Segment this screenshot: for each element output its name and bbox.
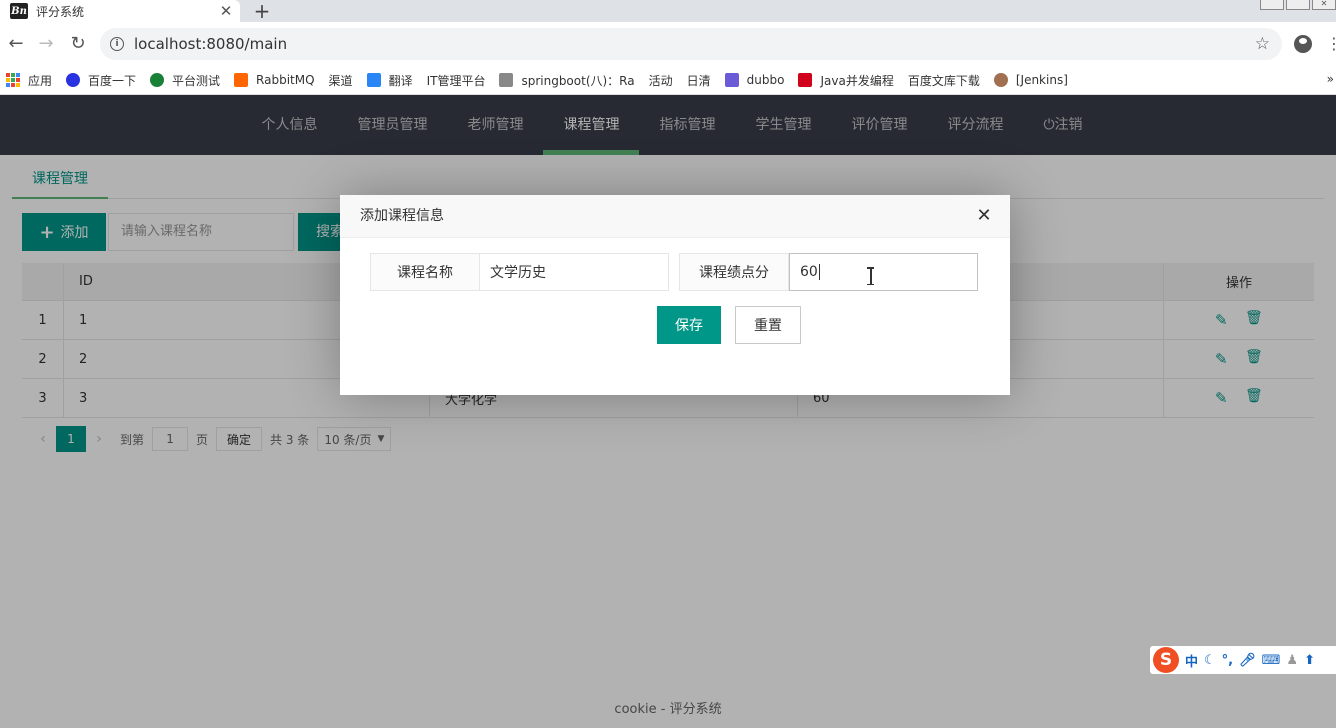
bookmark-item[interactable]: RabbitMQ (234, 73, 315, 87)
dialog-actions: 保存 重置 (657, 306, 801, 344)
back-arrow-icon[interactable]: ← (0, 33, 32, 54)
bookmark-label: 百度文库下载 (907, 73, 980, 88)
new-tab-icon[interactable]: + (252, 0, 272, 23)
bookmark-label: IT管理平台 (426, 73, 486, 88)
dialog-header: 添加课程信息 ✕ (340, 195, 1010, 238)
course-name-input[interactable]: 文学历史 (480, 253, 669, 291)
jenkins-icon (993, 73, 1008, 87)
user-icon[interactable]: ♟ (1286, 653, 1298, 668)
bookmark-label: 平台测试 (172, 73, 221, 88)
bookmark-item[interactable]: springboot(八)：Ra (499, 72, 635, 89)
bookmark-label: 日清 (686, 73, 711, 88)
bookmark-label: RabbitMQ (256, 73, 315, 87)
sogou-logo-icon[interactable]: S (1153, 647, 1179, 673)
keyboard-icon[interactable]: ⌨ (1262, 653, 1281, 668)
bookmark-item[interactable]: Java并发编程 (798, 72, 894, 89)
dubbo-icon (724, 73, 739, 87)
bookmark-item[interactable]: 应用 (6, 72, 52, 89)
browser-menu-icon[interactable]: ⋮ (1326, 34, 1336, 53)
ime-mode-label[interactable]: 中 (1185, 651, 1198, 670)
bookmark-label: Java并发编程 (820, 73, 894, 88)
course-score-value: 60 (800, 264, 818, 280)
minimize-window-button[interactable] (1260, 0, 1284, 10)
bookmark-item[interactable]: 翻译 (366, 72, 413, 89)
course-name-label: 课程名称 (370, 253, 480, 291)
bookmark-item[interactable]: IT管理平台 (427, 72, 486, 89)
add-course-dialog: 添加课程信息 ✕ 课程名称 文学历史 课程绩点分 60 保存 重置 (340, 195, 1010, 395)
tab-title: 评分系统 (36, 4, 85, 19)
text-caret (818, 264, 820, 280)
reset-button[interactable]: 重置 (735, 306, 801, 344)
bookmark-label: dubbo (746, 73, 785, 87)
url-text[interactable]: localhost:8080/main (134, 35, 1255, 53)
bookmarks-bar: 应用 百度一下 平台测试 RabbitMQ 渠道 翻译 IT管理平台 springboot(八… (0, 66, 1336, 95)
springboot-icon (499, 73, 514, 87)
microphone-icon[interactable]: 🎤︎ (1239, 653, 1256, 668)
bookmark-star-icon[interactable]: ☆ (1255, 34, 1270, 54)
bookmark-item[interactable]: 渠道 (329, 72, 353, 89)
translate-icon (366, 73, 381, 87)
more-bookmarks-icon[interactable]: » (1327, 72, 1334, 86)
tab-close-icon[interactable]: ✕ (216, 2, 236, 20)
site-favicon-icon: Bn (10, 3, 28, 19)
bookmark-item[interactable]: 百度一下 (66, 72, 136, 89)
java-icon (798, 73, 813, 87)
save-button[interactable]: 保存 (657, 306, 721, 344)
bookmark-item[interactable]: [Jenkins] (993, 73, 1068, 87)
dialog-title: 添加课程信息 (360, 208, 444, 224)
bookmark-item[interactable]: 日清 (687, 72, 711, 89)
bookmark-label: 应用 (28, 73, 53, 88)
browser-toolbar: ← → ↻ i localhost:8080/main ☆ ⋮ (0, 22, 1336, 66)
course-name-value: 文学历史 (490, 265, 546, 281)
forward-arrow-icon[interactable]: → (30, 33, 62, 54)
bookmark-label: 百度一下 (88, 73, 137, 88)
bookmark-label: 活动 (648, 73, 673, 88)
moon-icon[interactable]: ☾ (1204, 653, 1216, 668)
bookmark-label: 翻译 (388, 73, 413, 88)
apps-icon (6, 73, 20, 87)
punctuation-icon[interactable]: °, (1222, 653, 1233, 668)
course-score-label: 课程绩点分 (679, 253, 789, 291)
profile-avatar-icon[interactable] (1294, 35, 1312, 53)
bookmark-item[interactable]: 平台测试 (150, 72, 220, 89)
bookmark-item[interactable]: 活动 (649, 72, 673, 89)
bookmark-item[interactable]: 百度文库下载 (908, 72, 980, 89)
site-info-icon[interactable]: i (110, 37, 124, 51)
bookmark-item[interactable]: dubbo (724, 73, 785, 87)
platform-icon (150, 73, 165, 87)
baidu-icon (66, 73, 81, 87)
course-form: 课程名称 文学历史 课程绩点分 60 (370, 253, 988, 291)
course-score-input[interactable]: 60 (789, 253, 978, 291)
bookmark-label: springboot(八)：Ra (521, 73, 635, 88)
window-controls: ✕ (1258, 0, 1336, 10)
close-window-button[interactable]: ✕ (1312, 0, 1336, 10)
address-bar[interactable]: i localhost:8080/main ☆ (100, 28, 1282, 60)
ime-toolbar: S 中 ☾ °, 🎤︎ ⌨ ♟ ⬆ (1150, 646, 1336, 674)
skin-icon[interactable]: ⬆ (1304, 653, 1315, 668)
maximize-window-button[interactable] (1286, 0, 1310, 10)
bookmark-label: 渠道 (328, 73, 353, 88)
dialog-close-icon[interactable]: ✕ (974, 195, 994, 237)
browser-tab[interactable]: Bn 评分系统 ✕ (0, 0, 240, 22)
modal-overlay[interactable] (0, 95, 1336, 728)
rabbitmq-icon (234, 73, 249, 87)
text-cursor-icon (866, 267, 876, 285)
browser-tab-strip: Bn 评分系统 ✕ + ✕ (0, 0, 1336, 23)
reload-icon[interactable]: ↻ (62, 33, 94, 54)
bookmark-label: [Jenkins] (1015, 73, 1068, 87)
